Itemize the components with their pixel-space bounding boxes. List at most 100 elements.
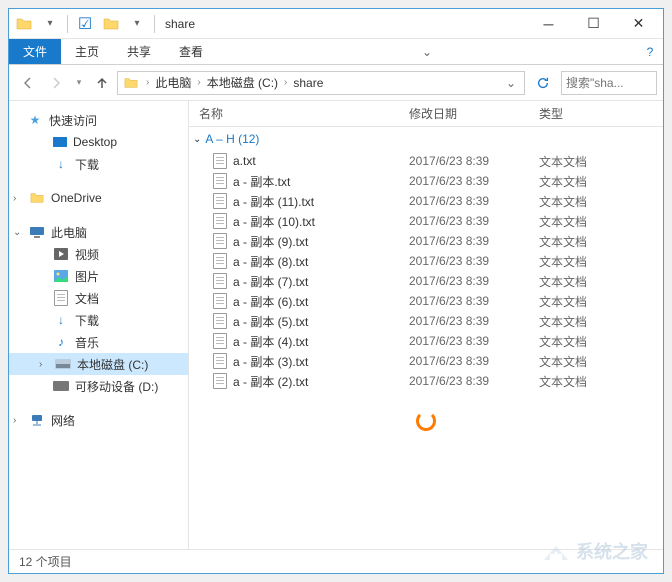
file-date: 2017/6/23 8:39 (399, 194, 529, 208)
file-type: 文本文档 (529, 173, 629, 190)
network-icon (29, 412, 45, 428)
breadcrumb-drive[interactable]: 本地磁盘 (C:) (205, 74, 280, 91)
ribbon: 文件 主页 共享 查看 ⌄ ? (9, 39, 663, 65)
file-row[interactable]: a - 副本 (3).txt2017/6/23 8:39文本文档 (189, 351, 663, 371)
file-name: a - 副本 (5).txt (233, 313, 308, 330)
close-button[interactable]: ✕ (616, 9, 661, 39)
address-bar[interactable]: › 此电脑 › 本地磁盘 (C:) › share ⌄ (117, 71, 525, 95)
sidebar-item-downloads2[interactable]: ↓ 下载 (9, 309, 188, 331)
chevron-down-icon[interactable]: ⌄ (13, 227, 23, 238)
properties-icon[interactable]: ☑ (76, 15, 94, 33)
file-row[interactable]: a - 副本 (4).txt2017/6/23 8:39文本文档 (189, 331, 663, 351)
file-list: a.txt2017/6/23 8:39文本文档a - 副本.txt2017/6/… (189, 151, 663, 391)
up-button[interactable] (89, 70, 115, 96)
sidebar-item-onedrive[interactable]: › OneDrive (9, 187, 188, 209)
sidebar-item-localdisk[interactable]: › 本地磁盘 (C:) (9, 353, 188, 375)
file-type: 文本文档 (529, 353, 629, 370)
column-name[interactable]: 名称 (189, 105, 399, 122)
maximize-button[interactable]: ☐ (571, 9, 616, 39)
group-header[interactable]: ⌄ A – H (12) (189, 127, 663, 151)
sidebar-item-desktop[interactable]: Desktop (9, 131, 188, 153)
tab-share[interactable]: 共享 (113, 39, 165, 64)
file-name: a - 副本 (10).txt (233, 213, 315, 230)
file-row[interactable]: a.txt2017/6/23 8:39文本文档 (189, 151, 663, 171)
recent-dropdown[interactable]: ▾ (71, 70, 87, 96)
pictures-icon (53, 268, 69, 284)
status-text: 12 个项目 (19, 553, 72, 570)
text-file-icon (213, 313, 227, 329)
window-title: share (165, 17, 195, 31)
breadcrumb-pc[interactable]: 此电脑 (153, 74, 193, 91)
chevron-right-icon[interactable]: › (13, 415, 23, 426)
back-button[interactable] (15, 70, 41, 96)
file-name: a.txt (233, 154, 256, 168)
column-type[interactable]: 类型 (529, 105, 629, 122)
sidebar-item-documents[interactable]: 文档 (9, 287, 188, 309)
minimize-button[interactable]: ─ (526, 9, 571, 39)
sidebar-item-videos[interactable]: 视频 (9, 243, 188, 265)
text-file-icon (213, 293, 227, 309)
file-row[interactable]: a - 副本 (9).txt2017/6/23 8:39文本文档 (189, 231, 663, 251)
qat-dropdown-icon[interactable]: ▾ (128, 15, 146, 33)
ribbon-expand-button[interactable]: ⌄ (414, 39, 440, 64)
sidebar-item-downloads[interactable]: ↓ 下载 (9, 153, 188, 175)
file-row[interactable]: a - 副本 (2).txt2017/6/23 8:39文本文档 (189, 371, 663, 391)
chevron-right-icon[interactable]: › (142, 77, 153, 88)
chevron-right-icon[interactable]: › (280, 77, 291, 88)
file-type: 文本文档 (529, 333, 629, 350)
sidebar-item-label: 此电脑 (51, 224, 87, 241)
video-icon (53, 246, 69, 262)
file-row[interactable]: a - 副本 (10).txt2017/6/23 8:39文本文档 (189, 211, 663, 231)
folder-icon (15, 15, 33, 33)
search-input[interactable] (566, 76, 652, 90)
chevron-right-icon[interactable]: › (193, 77, 204, 88)
file-row[interactable]: a - 副本 (8).txt2017/6/23 8:39文本文档 (189, 251, 663, 271)
tab-view[interactable]: 查看 (165, 39, 217, 64)
file-date: 2017/6/23 8:39 (399, 254, 529, 268)
file-row[interactable]: a - 副本 (7).txt2017/6/23 8:39文本文档 (189, 271, 663, 291)
sidebar-item-quickaccess[interactable]: ★ 快速访问 (9, 109, 188, 131)
sidebar-item-label: 图片 (75, 268, 99, 285)
chevron-right-icon[interactable]: › (39, 359, 49, 370)
file-name: a - 副本 (2).txt (233, 373, 308, 390)
qat-separator-icon: ▾ (41, 15, 59, 33)
address-dropdown[interactable]: ⌄ (500, 76, 522, 90)
file-name: a - 副本 (3).txt (233, 353, 308, 370)
chevron-right-icon[interactable]: › (13, 193, 23, 204)
file-row[interactable]: a - 副本 (6).txt2017/6/23 8:39文本文档 (189, 291, 663, 311)
file-row[interactable]: a - 副本 (11).txt2017/6/23 8:39文本文档 (189, 191, 663, 211)
file-date: 2017/6/23 8:39 (399, 154, 529, 168)
file-type: 文本文档 (529, 213, 629, 230)
help-button[interactable]: ? (637, 39, 663, 64)
file-name: a - 副本 (8).txt (233, 253, 308, 270)
sidebar-item-label: 文档 (75, 290, 99, 307)
sidebar-item-thispc[interactable]: ⌄ 此电脑 (9, 221, 188, 243)
breadcrumb-folder[interactable]: share (291, 76, 325, 90)
desktop-icon (53, 137, 67, 147)
text-file-icon (213, 173, 227, 189)
sidebar-item-pictures[interactable]: 图片 (9, 265, 188, 287)
status-bar: 12 个项目 (9, 549, 663, 573)
sidebar-item-network[interactable]: › 网络 (9, 409, 188, 431)
forward-button[interactable] (43, 70, 69, 96)
sidebar-item-label: 视频 (75, 246, 99, 263)
file-name: a - 副本 (4).txt (233, 333, 308, 350)
file-row[interactable]: a - 副本.txt2017/6/23 8:39文本文档 (189, 171, 663, 191)
tab-file[interactable]: 文件 (9, 39, 61, 64)
tab-home[interactable]: 主页 (61, 39, 113, 64)
column-date[interactable]: 修改日期 (399, 105, 529, 122)
sidebar-item-removable[interactable]: 可移动设备 (D:) (9, 375, 188, 397)
file-row[interactable]: a - 副本 (5).txt2017/6/23 8:39文本文档 (189, 311, 663, 331)
file-name: a - 副本 (7).txt (233, 273, 308, 290)
file-type: 文本文档 (529, 193, 629, 210)
new-folder-icon[interactable] (102, 15, 120, 33)
sidebar-item-music[interactable]: ♪ 音乐 (9, 331, 188, 353)
navigation-pane: ★ 快速访问 Desktop ↓ 下载 › OneDrive ⌄ 此电脑 (9, 101, 189, 549)
search-box[interactable] (561, 71, 657, 95)
chevron-down-icon: ⌄ (193, 134, 201, 145)
column-headers: 名称 修改日期 类型 (189, 101, 663, 127)
text-file-icon (213, 193, 227, 209)
text-file-icon (213, 353, 227, 369)
file-type: 文本文档 (529, 373, 629, 390)
refresh-button[interactable] (531, 71, 555, 95)
